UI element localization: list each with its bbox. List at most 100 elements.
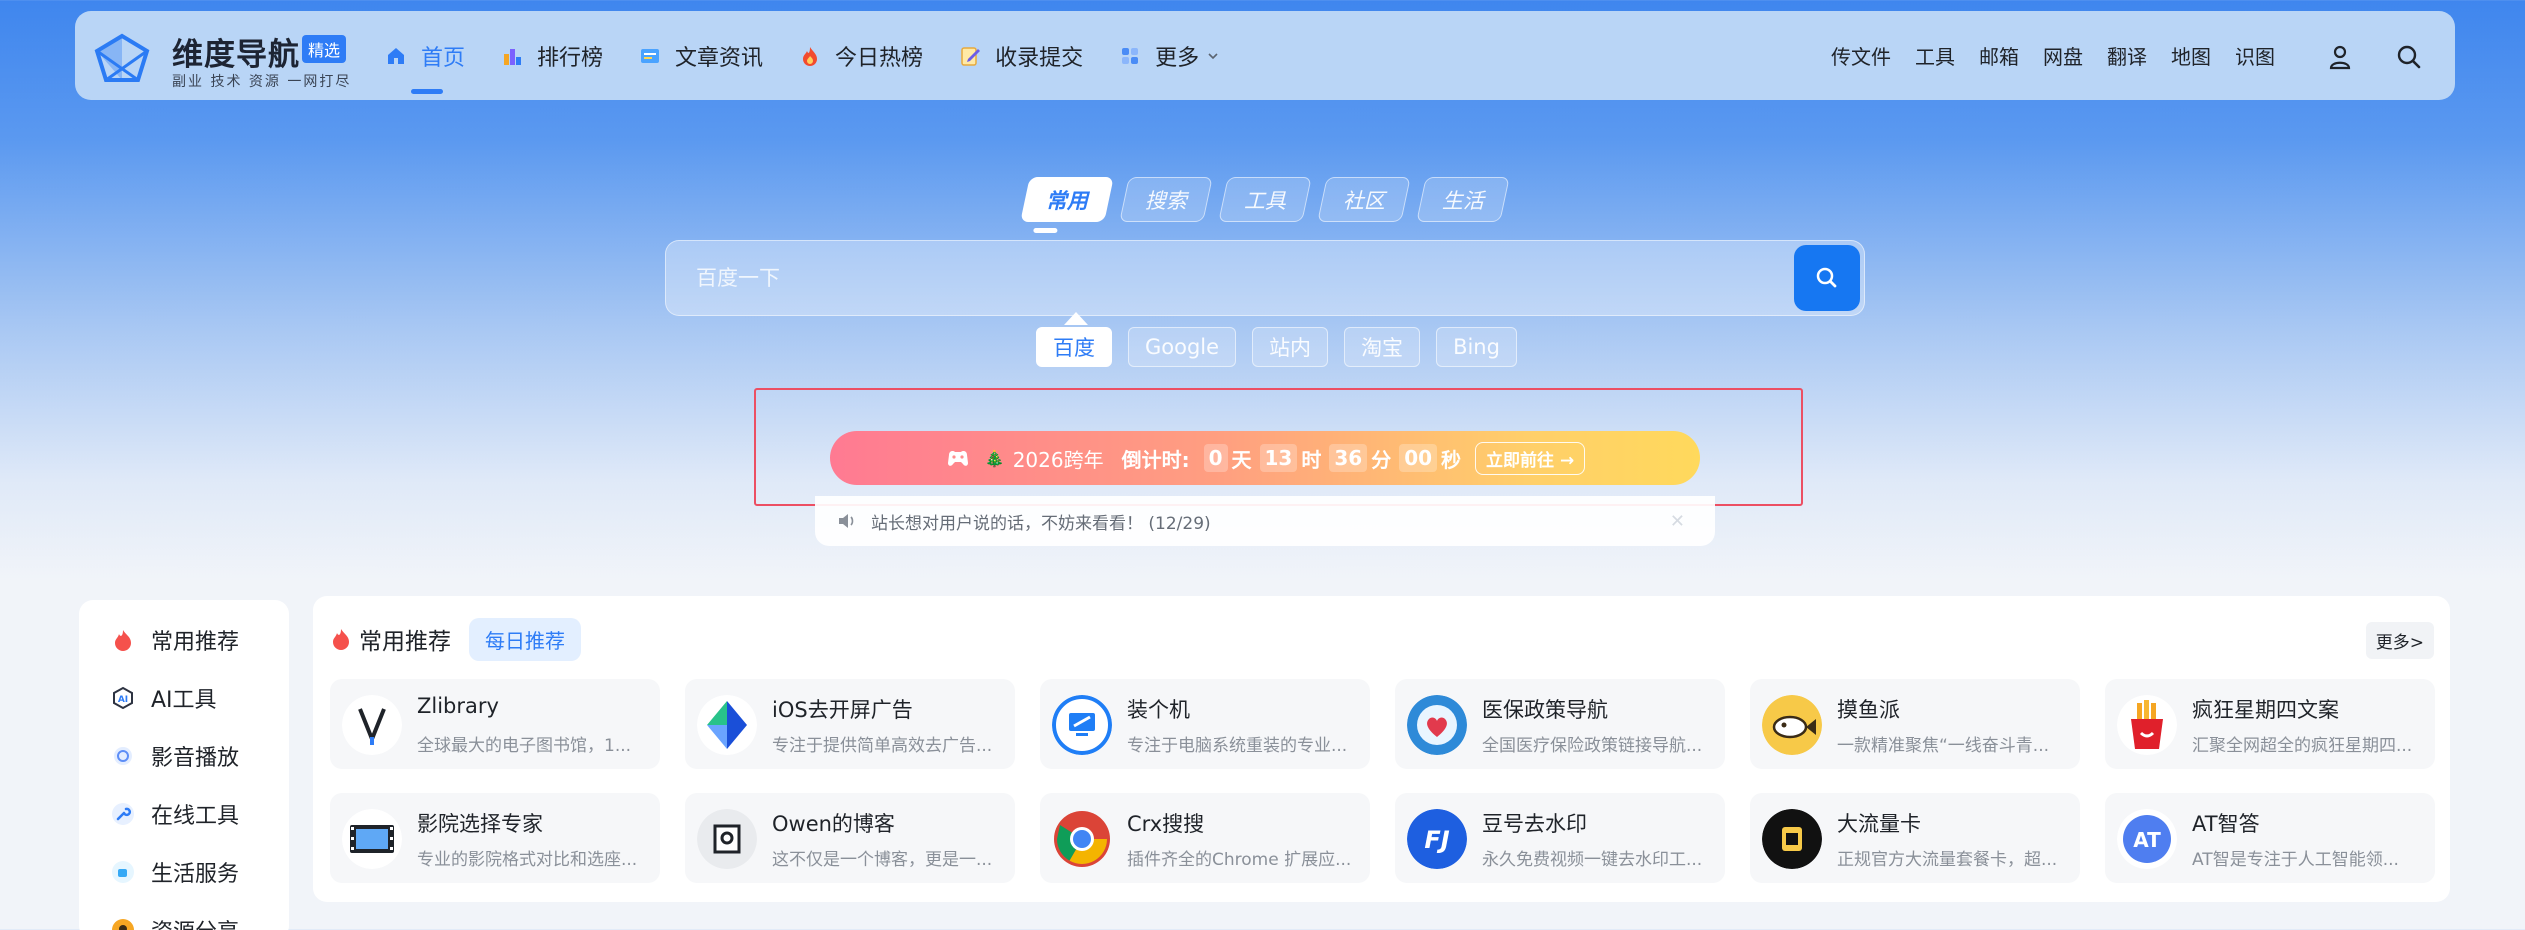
countdown-days: 0 (1203, 444, 1228, 472)
engine-site[interactable]: 站内 (1252, 327, 1329, 367)
nav-item-hot[interactable]: 今日热榜 (799, 11, 923, 100)
engine-google[interactable]: Google (1128, 327, 1237, 367)
ios-adblock-icon (697, 695, 757, 755)
grid-icon (1122, 47, 1139, 64)
card-desc: 专业的影院格式对比和选座... (417, 850, 638, 870)
go-now-button[interactable]: 立即前往 → (1475, 441, 1586, 475)
link-netdisk[interactable]: 网盘 (2043, 41, 2083, 70)
blog-icon (697, 809, 757, 869)
nav-label: 首页 (421, 45, 466, 71)
cup-icon (112, 861, 134, 883)
site-card[interactable]: 影院选择专家 专业的影院格式对比和选座... (330, 793, 660, 883)
logo-title: 维度导航 (172, 37, 300, 73)
countdown-hours: 13 (1259, 444, 1298, 472)
countdown-minutes: 36 (1329, 444, 1368, 472)
card-desc: 插件齐全的Chrome 扩展应... (1127, 850, 1352, 870)
svg-text:AT: AT (2133, 828, 2161, 852)
card-title: 医保政策导航 (1482, 698, 1608, 722)
tab-common[interactable]: 常用 (1020, 177, 1114, 222)
nav-item-submit[interactable]: 收录提交 (959, 11, 1083, 100)
wrench-icon (112, 803, 134, 825)
link-image-search[interactable]: 识图 (2235, 41, 2275, 70)
site-card[interactable]: iOS去开屏广告 专注于提供简单高效去广告... (685, 679, 1015, 769)
site-card[interactable]: AT AT智答 AT智是专注于人工智能领... (2105, 793, 2435, 883)
submit-icon (961, 46, 981, 66)
gamepad-icon (947, 451, 968, 466)
site-card[interactable]: Zlibrary 全球最大的电子图书馆，1... (330, 679, 660, 769)
search-button[interactable] (1794, 245, 1860, 311)
tab-label: 常用 (1046, 188, 1088, 213)
site-card[interactable]: 疯狂星期四文案 汇聚全网超全的疯狂星期四... (2105, 679, 2435, 769)
card-title: 摸鱼派 (1837, 698, 1900, 722)
sidebar-item-recommend[interactable]: 常用推荐 (111, 620, 239, 660)
tab-community[interactable]: 社区 (1317, 177, 1411, 222)
link-map[interactable]: 地图 (2171, 41, 2211, 70)
home-icon (388, 47, 404, 64)
unit-second: 秒 (1441, 447, 1462, 472)
fire-icon (803, 46, 818, 66)
sidebar-item-resources[interactable]: 资源分享 (111, 910, 239, 930)
card-title: Crx搜搜 (1127, 812, 1205, 836)
chevron-down-icon (1208, 52, 1218, 59)
engine-pointer (1064, 312, 1088, 325)
link-tools[interactable]: 工具 (1915, 41, 1955, 70)
engine-bing[interactable]: Bing (1436, 327, 1517, 367)
sidebar-item-life[interactable]: 生活服务 (111, 852, 239, 892)
recommend-panel: 常用推荐 每日推荐 更多> Zlibrary 全球最大的电子图书馆，1... i… (313, 596, 2450, 902)
close-icon[interactable]: ✕ (1670, 511, 1685, 532)
sidebar-item-label: 资源分享 (151, 914, 239, 930)
zlibrary-icon (342, 695, 402, 755)
new-year-countdown-banner[interactable]: 🎄 2026跨年 倒计时: 0天 13 时 36 分 00 秒 立即前往 → (830, 431, 1700, 485)
site-card[interactable]: Owen的博客 这不仅是一个博客，更是一... (685, 793, 1015, 883)
card-title: Owen的博客 (772, 812, 895, 836)
film-icon (342, 809, 402, 869)
site-card[interactable]: Crx搜搜 插件齐全的Chrome 扩展应... (1040, 793, 1370, 883)
sidebar-item-media[interactable]: 影音播放 (111, 736, 239, 776)
fire-icon (115, 630, 131, 651)
engine-taobao[interactable]: 淘宝 (1344, 327, 1421, 367)
nav-item-ranking[interactable]: 排行榜 (501, 11, 603, 100)
card-desc: 专注于提供简单高效去广告... (772, 736, 993, 756)
unit-day: 天 (1231, 447, 1252, 472)
nav-item-more[interactable]: 更多 (1119, 11, 1219, 100)
user-icon[interactable] (2326, 43, 2354, 71)
sidebar-item-label: 在线工具 (151, 804, 240, 829)
logo-badge: 精选 (302, 35, 347, 63)
site-logo[interactable]: 维度导航 精选 副业 技术 资源 一网打尽 (94, 25, 349, 90)
site-card[interactable]: FJ 豆号去水印 永久免费视频一键去水印工... (1395, 793, 1725, 883)
site-card[interactable]: 大流量卡 正规官方大流量套餐卡，超... (1750, 793, 2080, 883)
unit-hour: 时 (1301, 447, 1322, 472)
fries-icon (2117, 695, 2177, 755)
card-title: 装个机 (1127, 698, 1190, 722)
speaker-icon (839, 514, 854, 528)
tree-emoji-icon: 🎄 (984, 448, 1005, 468)
tab-daily-recommend[interactable]: 每日推荐 (469, 617, 581, 661)
top-navbar: 维度导航 精选 副业 技术 资源 一网打尽 首页 排行榜 文章资讯 今日热榜 收… (75, 11, 2455, 100)
media-icon (114, 747, 132, 765)
tab-search[interactable]: 搜索 (1119, 177, 1213, 222)
nav-item-articles[interactable]: 文章资讯 (639, 11, 763, 100)
sidebar-item-ai-tools[interactable]: AI AI工具 (111, 678, 217, 718)
card-desc: 专注于电脑系统重装的专业... (1127, 736, 1348, 756)
card-desc: AT智是专注于人工智能领... (2192, 850, 2399, 870)
sidebar-item-label: 生活服务 (151, 862, 240, 887)
search-input[interactable] (666, 241, 1786, 315)
site-card[interactable]: 装个机 专注于电脑系统重装的专业... (1040, 679, 1370, 769)
announcement-bar[interactable]: 站长想对用户说的话，不妨来看看！ (12/29) ✕ (815, 496, 1715, 546)
article-icon (641, 48, 660, 63)
sidebar-item-online-tools[interactable]: 在线工具 (111, 794, 239, 834)
engine-baidu[interactable]: 百度 (1036, 327, 1112, 367)
link-mail[interactable]: 邮箱 (1979, 41, 2019, 70)
fish-icon (1762, 695, 1822, 755)
tab-life[interactable]: 生活 (1416, 177, 1510, 222)
link-translate[interactable]: 翻译 (2107, 41, 2147, 70)
site-card[interactable]: 医保政策导航 全国医疗保险政策链接导航... (1395, 679, 1725, 769)
link-transfer[interactable]: 传文件 (1831, 41, 1891, 70)
tab-tools[interactable]: 工具 (1218, 177, 1312, 222)
sidebar-item-label: 常用推荐 (151, 630, 240, 655)
more-button[interactable]: 更多> (2365, 622, 2434, 659)
search-icon[interactable] (2395, 43, 2423, 71)
card-title: 疯狂星期四文案 (2192, 698, 2339, 722)
nav-item-home[interactable]: 首页 (385, 11, 465, 100)
site-card[interactable]: 摸鱼派 一款精准聚焦“一线奋斗青... (1750, 679, 2080, 769)
